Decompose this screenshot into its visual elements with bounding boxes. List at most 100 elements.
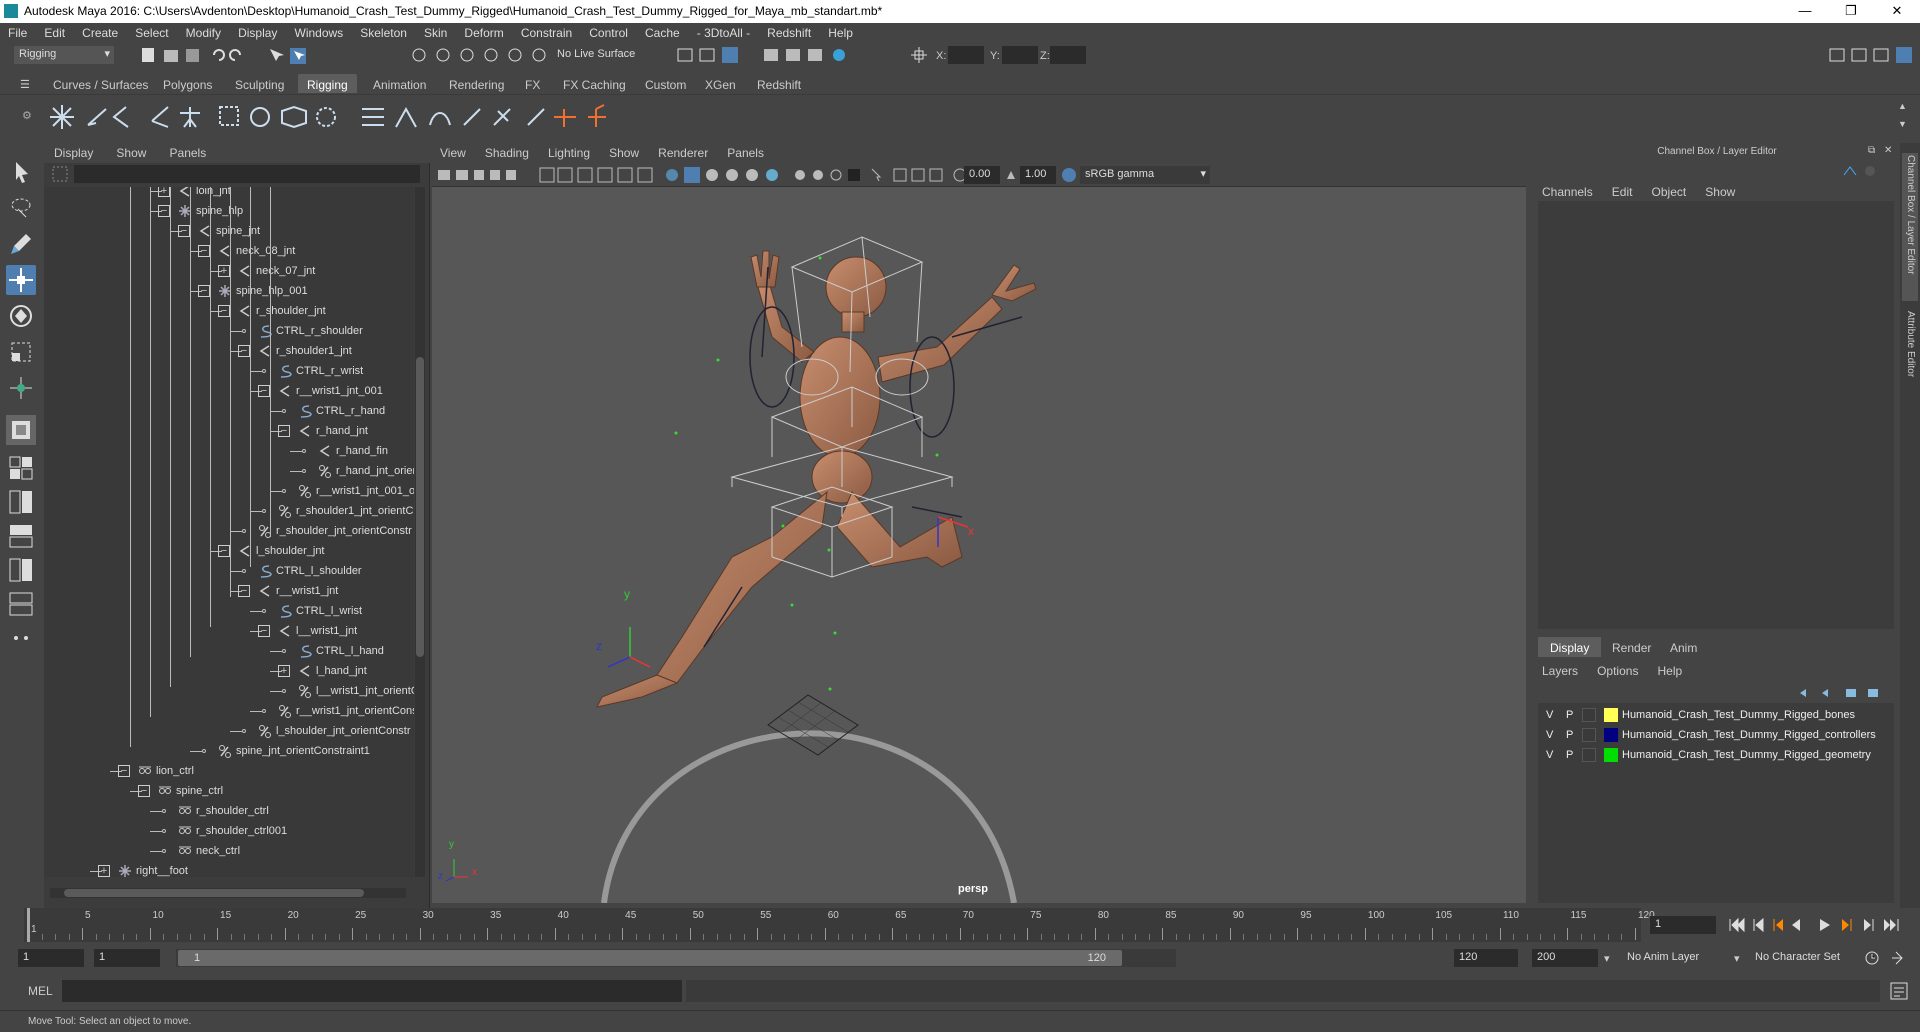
single-perspective-layout-icon[interactable]	[6, 415, 36, 445]
character-set-dropdown[interactable]: No Character Set	[1750, 949, 1870, 967]
tab-sculpting[interactable]: Sculpting	[226, 74, 293, 93]
collapse-icon[interactable]: −	[218, 305, 230, 317]
channel-menu-edit[interactable]: Edit	[1604, 182, 1641, 199]
outliner-item[interactable]: − r_hand_jnt	[44, 421, 414, 441]
file-tools-icons[interactable]	[140, 46, 320, 64]
outliner-item[interactable]: r_shoulder_jnt_orientConstr	[44, 521, 414, 541]
channel-menu-object[interactable]: Object	[1644, 182, 1695, 199]
rotate-tool-icon[interactable]	[6, 301, 36, 331]
collapse-icon[interactable]: −	[178, 225, 190, 237]
current-frame-field[interactable]: 1	[1650, 916, 1716, 934]
layer-visibility-toggle[interactable]: V	[1546, 709, 1553, 721]
range-slider-handle[interactable]: 1 120	[178, 950, 1122, 966]
menu-3dtoall[interactable]: - 3DtoAll -	[689, 23, 756, 40]
animation-end-field[interactable]: 200	[1532, 949, 1598, 967]
channel-box-tool-icons[interactable]	[1840, 163, 1880, 179]
collapse-icon[interactable]: −	[258, 625, 270, 637]
outliner-item[interactable]: r__wrist1_jnt_orientCons	[44, 701, 414, 721]
layer-row-controllers[interactable]: V P Humanoid_Crash_Test_Dummy_Rigged_con…	[1538, 725, 1894, 745]
layer-type-toggle[interactable]	[1582, 728, 1596, 742]
shelf-settings-icon[interactable]: ⚙	[22, 109, 32, 122]
shelf-scroll-up-icon[interactable]: ▲	[1898, 101, 1907, 111]
close-panel-icon[interactable]: ✕	[1884, 145, 1892, 156]
two-view-layout-icon[interactable]	[6, 487, 36, 517]
menu-edit[interactable]: Edit	[36, 23, 71, 40]
animation-start-field[interactable]: 1	[18, 949, 84, 967]
four-view-layout-icon[interactable]	[6, 453, 36, 483]
layer-menu-help[interactable]: Help	[1650, 661, 1691, 678]
outliner-item[interactable]: − spine_ctrl	[44, 781, 414, 801]
outliner-item[interactable]: r_shoulder_ctrl	[44, 801, 414, 821]
outliner-item[interactable]: − r__wrist1_jnt_001	[44, 381, 414, 401]
playback-start-field[interactable]: 1	[94, 949, 160, 967]
layer-visibility-toggle[interactable]: V	[1546, 729, 1553, 741]
script-editor-icon[interactable]	[1890, 982, 1908, 1000]
outliner-item[interactable]: l_shoulder_jnt_orientConstr	[44, 721, 414, 741]
viewport-menu-show[interactable]: Show	[601, 143, 647, 160]
outliner-item[interactable]: CTRL_r_hand	[44, 401, 414, 421]
channel-menu-channels[interactable]: Channels	[1534, 182, 1601, 199]
expand-icon[interactable]: +	[98, 865, 110, 877]
collapse-icon[interactable]: −	[198, 285, 210, 297]
viewport-menu-lighting[interactable]: Lighting	[540, 143, 598, 160]
layer-color-swatch[interactable]	[1604, 748, 1618, 762]
collapse-icon[interactable]: −	[278, 425, 290, 437]
side-tab-attribute-editor-label[interactable]: Attribute Editor	[1905, 311, 1916, 377]
outliner-item[interactable]: CTRL_l_wrist	[44, 601, 414, 621]
transform-space-icon[interactable]	[910, 46, 928, 64]
tab-fx[interactable]: FX	[516, 74, 549, 93]
layer-menu-layers[interactable]: Layers	[1534, 661, 1586, 678]
move-tool-icon[interactable]	[6, 265, 36, 295]
range-slider[interactable]: 1 120	[176, 949, 1176, 967]
outliner-menu-panels[interactable]: Panels	[160, 143, 217, 160]
menu-cache[interactable]: Cache	[637, 23, 686, 40]
exposure-field[interactable]: 0.00	[964, 166, 1000, 184]
layer-action-icons[interactable]	[1796, 685, 1886, 701]
menu-display[interactable]: Display	[230, 23, 283, 40]
y-field[interactable]	[1002, 46, 1038, 64]
menu-skin[interactable]: Skin	[416, 23, 453, 40]
layer-row-bones[interactable]: V P Humanoid_Crash_Test_Dummy_Rigged_bon…	[1538, 705, 1894, 725]
layer-menu-options[interactable]: Options	[1589, 661, 1646, 678]
menu-create[interactable]: Create	[74, 23, 124, 40]
layer-color-swatch[interactable]	[1604, 708, 1618, 722]
tab-redshift[interactable]: Redshift	[748, 74, 810, 93]
shelf-menu-icon[interactable]: ☰	[20, 78, 30, 91]
playback-controls[interactable]	[1728, 917, 1918, 933]
gamma-field[interactable]: 1.00	[1020, 166, 1056, 184]
expand-icon[interactable]: +	[158, 187, 170, 197]
layer-playback-toggle[interactable]: P	[1566, 749, 1573, 761]
tab-fx-caching[interactable]: FX Caching	[554, 74, 635, 93]
outliner-item[interactable]: + neck_07_jnt	[44, 261, 414, 281]
menu-file[interactable]: File	[0, 23, 33, 40]
filter-icon[interactable]	[52, 166, 68, 182]
float-panel-icon[interactable]: ⧉	[1868, 145, 1875, 156]
collapse-icon[interactable]: −	[138, 785, 150, 797]
viewport-menu-shading[interactable]: Shading	[477, 143, 537, 160]
viewport-menu-view[interactable]: View	[432, 143, 474, 160]
menu-help[interactable]: Help	[820, 23, 859, 40]
menuset-dropdown[interactable]: Rigging ▾	[14, 46, 114, 64]
snap-tools-icons[interactable]	[410, 46, 550, 64]
animation-preferences-icons[interactable]	[1862, 949, 1918, 967]
outliner-item[interactable]: neck_ctrl	[44, 841, 414, 861]
tab-curves-surfaces[interactable]: Curves / Surfaces	[44, 74, 157, 93]
paint-select-tool-icon[interactable]	[6, 229, 36, 259]
chevron-down-icon[interactable]: ▾	[1734, 952, 1740, 965]
tab-animation[interactable]: Animation	[364, 74, 435, 93]
maximize-button[interactable]: ❐	[1828, 0, 1874, 23]
tab-rigging[interactable]: Rigging	[298, 74, 357, 93]
time-slider[interactable]: 1 5 10 15 20 25 30 35 40 45 50 55 60 65 70 75 80 85 90 95 10…	[0, 908, 1920, 942]
x-field[interactable]	[948, 46, 984, 64]
collapse-icon[interactable]: −	[218, 545, 230, 557]
collapse-icon[interactable]: −	[158, 205, 170, 217]
viewport-menu-renderer[interactable]: Renderer	[650, 143, 716, 160]
shelf-scroll-down-icon[interactable]: ▼	[1898, 119, 1907, 129]
menu-select[interactable]: Select	[127, 23, 174, 40]
layer-type-toggle[interactable]	[1582, 748, 1596, 762]
scrollbar-thumb[interactable]	[64, 889, 364, 897]
outliner-item[interactable]: r_shoulder1_jnt_orientC	[44, 501, 414, 521]
anim-layer-dropdown[interactable]: No Anim Layer	[1622, 949, 1732, 967]
outliner-item[interactable]: r_shoulder_ctrl001	[44, 821, 414, 841]
color-space-dropdown[interactable]: sRGB gamma ▾	[1080, 166, 1210, 184]
